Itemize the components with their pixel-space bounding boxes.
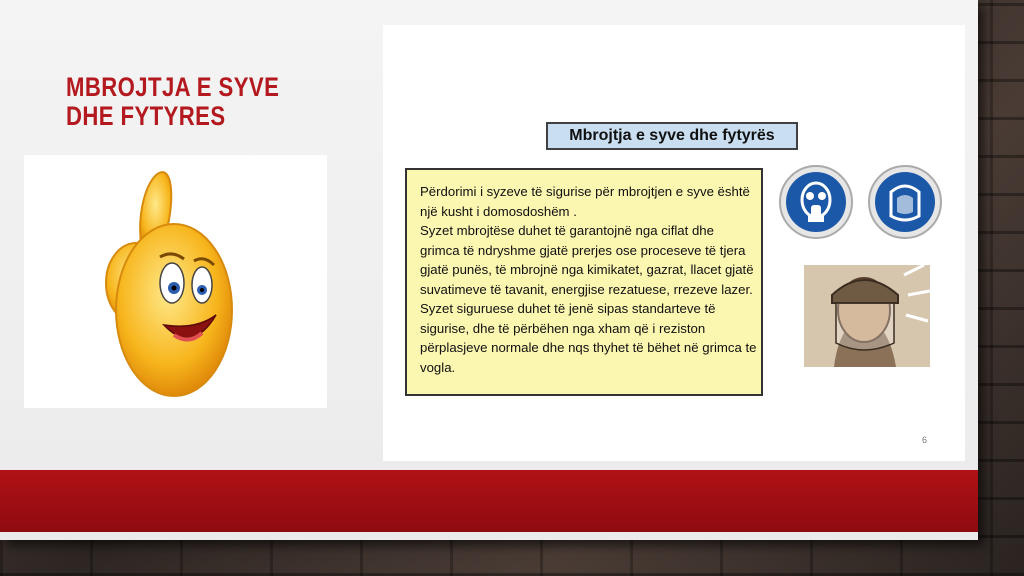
text-box: Përdorimi i syzeve të sigurise për mbroj… [405,168,763,396]
face-shield-worker-illustration [804,263,931,367]
content-image-panel: Mbrojtja e syve dhe fytyrës Përdorimi i … [383,25,965,461]
page-number: 6 [922,435,928,445]
face-shield-sign-icon [868,165,942,239]
gas-mask-sign-icon [779,165,853,239]
paragraph-2: Syzet mbrojtëse duhet të garantojnë nga … [420,223,754,297]
footer-red-band [0,470,978,532]
paragraph-3: Syzet siguruese duhet të jenë sipas stan… [420,301,757,375]
slide-title: MBROJTJA E SYVE DHE FYTYRES [66,72,280,131]
thumbs-up-smiley-icon [24,155,327,408]
content-heading: Mbrojtja e syve dhe fytyrës [546,122,798,150]
slide: MBROJTJA E SYVE DHE FYTYRES Mbrojtja e s… [0,0,978,540]
paragraph-1: Përdorimi i syzeve të sigurise për mbroj… [420,184,750,219]
